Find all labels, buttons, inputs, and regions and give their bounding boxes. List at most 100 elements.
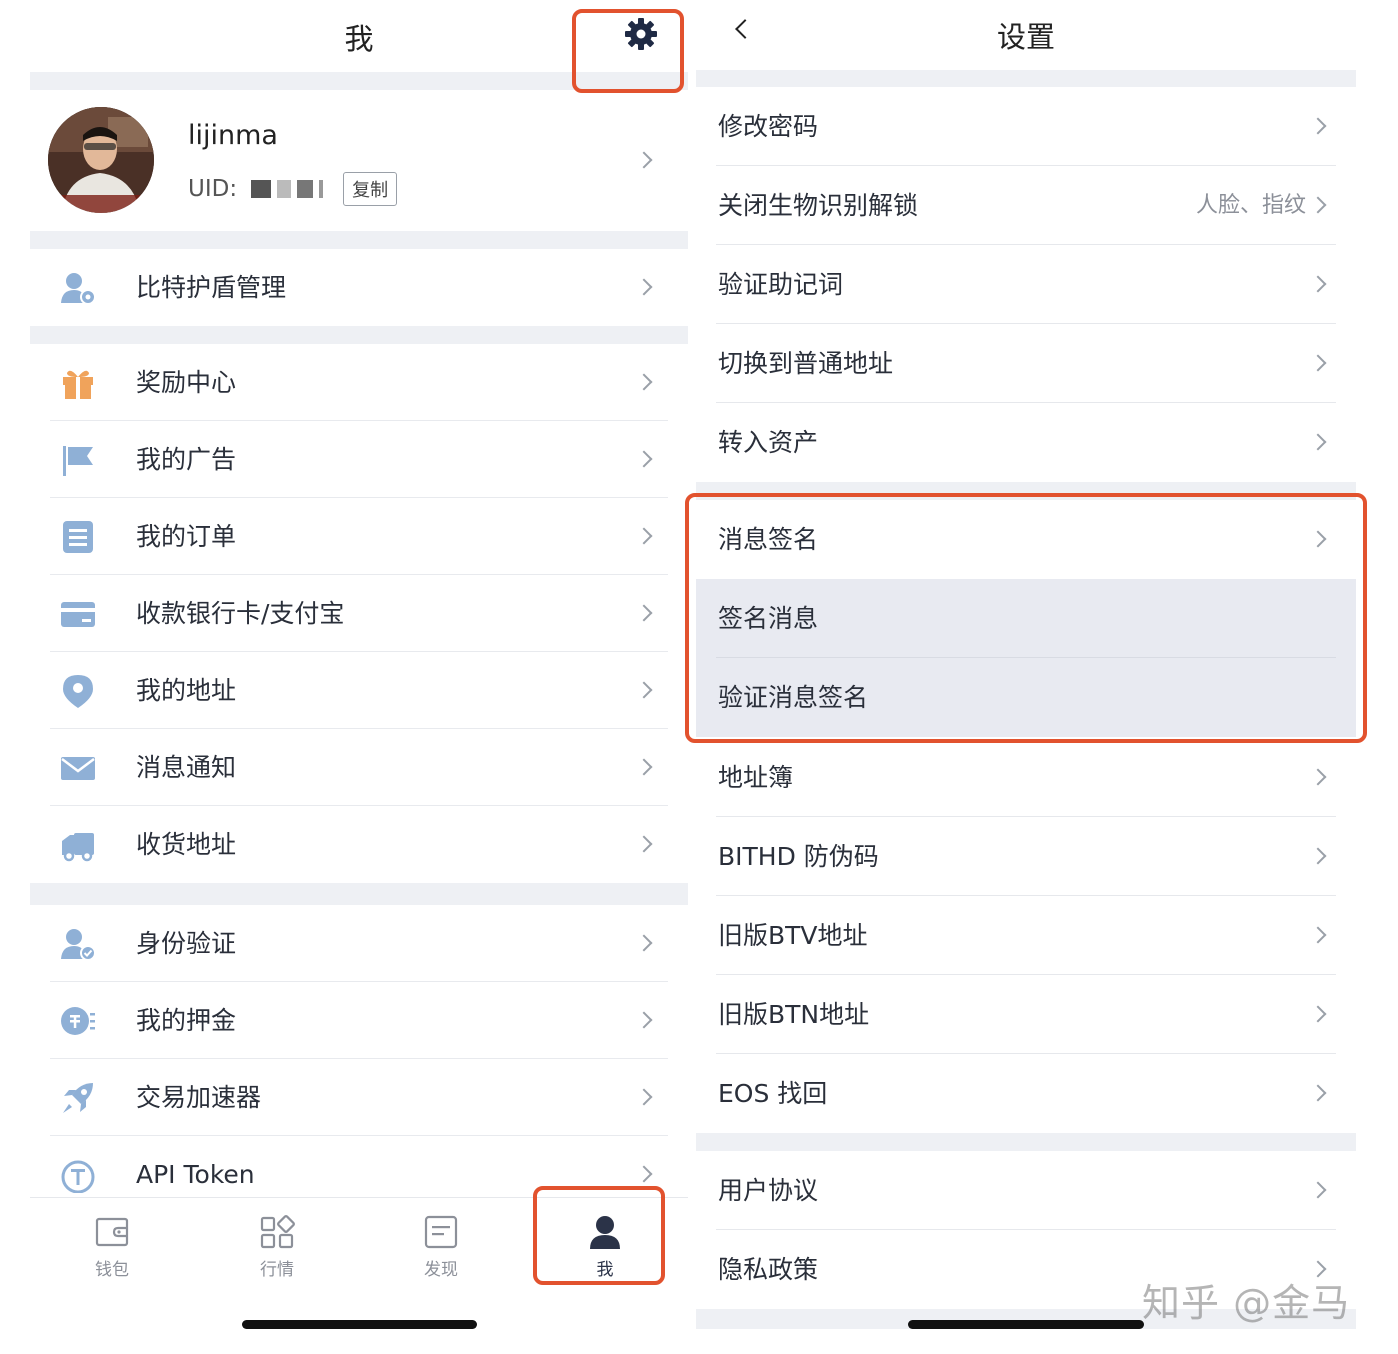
gift-icon bbox=[63, 370, 93, 399]
discover-icon bbox=[424, 1215, 458, 1249]
menu-item-label: 我的订单 bbox=[136, 522, 237, 551]
user-check-icon bbox=[61, 929, 96, 961]
chevron-right-icon bbox=[635, 934, 653, 952]
avatar[interactable] bbox=[48, 107, 154, 213]
highlight-box-me-tab bbox=[533, 1186, 665, 1285]
menu-item-my-address[interactable]: 我的地址 bbox=[30, 652, 688, 729]
chevron-right-icon bbox=[635, 681, 653, 699]
uid-label: UID: bbox=[188, 176, 238, 202]
section-divider bbox=[30, 231, 688, 249]
chevron-right-icon bbox=[635, 450, 653, 468]
order-list-icon bbox=[63, 521, 93, 553]
menu-item-label: 我的押金 bbox=[136, 1006, 237, 1035]
page-title: 设置 bbox=[996, 20, 1055, 54]
settings-item-biometric-unlock[interactable]: 关闭生物识别解锁 人脸、指纹 bbox=[696, 166, 1356, 245]
menu-item-identity-verification[interactable]: 身份验证 bbox=[30, 905, 688, 982]
settings-item-label: 旧版BTV地址 bbox=[718, 921, 868, 950]
menu-item-bithd-shield[interactable]: 比特护盾管理 bbox=[30, 249, 688, 326]
user-gear-icon bbox=[61, 273, 96, 305]
menu-item-my-orders[interactable]: 我的订单 bbox=[30, 498, 688, 575]
settings-item-switch-address[interactable]: 切换到普通地址 bbox=[696, 324, 1356, 403]
menu-item-payment-accounts[interactable]: 收款银行卡/支付宝 bbox=[30, 575, 688, 652]
menu-item-label: 身份验证 bbox=[136, 929, 237, 958]
rocket-icon bbox=[63, 1083, 93, 1113]
chevron-right-icon bbox=[635, 278, 653, 296]
settings-item-anti-counterfeit[interactable]: BITHD 防伪码 bbox=[696, 817, 1356, 896]
menu-item-shipping-address[interactable]: 收货地址 bbox=[30, 806, 688, 883]
settings-item-label: BITHD 防伪码 bbox=[718, 842, 879, 871]
menu-item-rewards[interactable]: 奖励中心 bbox=[30, 344, 688, 421]
menu-item-my-deposit[interactable]: 我的押金 bbox=[30, 982, 688, 1059]
settings-item-legacy-btn-address[interactable]: 旧版BTN地址 bbox=[696, 975, 1356, 1054]
tab-label: 钱包 bbox=[95, 1260, 129, 1280]
chevron-right-icon bbox=[1309, 1084, 1327, 1102]
tab-market[interactable]: 行情 bbox=[217, 1198, 337, 1298]
settings-item-label: 旧版BTN地址 bbox=[718, 1000, 870, 1029]
chevron-right-icon bbox=[1309, 196, 1327, 214]
copy-uid-button[interactable]: 复制 bbox=[343, 172, 398, 206]
settings-item-label: 转入资产 bbox=[718, 428, 819, 457]
me-screen: 我 lijinma UID: 复制 比特护盾管理 奖励中心 我的广告 我的订单 … bbox=[30, 0, 688, 1354]
menu-item-label: 我的地址 bbox=[136, 676, 237, 705]
flag-icon bbox=[63, 446, 93, 476]
chevron-right-icon bbox=[1309, 433, 1327, 451]
settings-item-label: 地址簿 bbox=[718, 763, 794, 792]
tab-discover[interactable]: 发现 bbox=[381, 1198, 501, 1298]
settings-item-change-password[interactable]: 修改密码 bbox=[696, 87, 1356, 166]
home-indicator bbox=[908, 1320, 1144, 1329]
settings-item-value: 人脸、指纹 bbox=[1195, 193, 1306, 218]
settings-item-label: 隐私政策 bbox=[718, 1255, 819, 1284]
settings-item-label: 修改密码 bbox=[718, 112, 819, 141]
settings-item-verify-mnemonic[interactable]: 验证助记词 bbox=[696, 245, 1356, 324]
chevron-right-icon bbox=[635, 604, 653, 622]
wallet-icon bbox=[95, 1217, 129, 1247]
chevron-right-icon bbox=[1309, 117, 1327, 135]
menu-item-label: API Token bbox=[136, 1160, 255, 1189]
menu-item-label: 奖励中心 bbox=[136, 368, 237, 397]
settings-item-legacy-btv-address[interactable]: 旧版BTV地址 bbox=[696, 896, 1356, 975]
chevron-right-icon bbox=[1309, 1005, 1327, 1023]
tab-label: 发现 bbox=[424, 1260, 458, 1280]
chevron-right-icon bbox=[1309, 354, 1327, 372]
bank-card-icon bbox=[61, 602, 95, 627]
settings-item-transfer-in-assets[interactable]: 转入资产 bbox=[696, 403, 1356, 482]
menu-item-label: 交易加速器 bbox=[136, 1083, 262, 1112]
chevron-right-icon bbox=[635, 758, 653, 776]
settings-item-label: EOS 找回 bbox=[718, 1079, 828, 1108]
settings-item-eos-recovery[interactable]: EOS 找回 bbox=[696, 1054, 1356, 1133]
chevron-right-icon bbox=[1309, 275, 1327, 293]
settings-item-label: 关闭生物识别解锁 bbox=[718, 191, 919, 220]
chevron-right-icon bbox=[635, 527, 653, 545]
chevron-right-icon bbox=[635, 373, 653, 391]
chevron-right-icon bbox=[635, 835, 653, 853]
watermark: 知乎 @金马 bbox=[1142, 1281, 1351, 1325]
uid-value-masked bbox=[251, 180, 324, 198]
chevron-right-icon bbox=[1309, 1181, 1327, 1199]
location-pin-icon bbox=[63, 675, 93, 708]
highlight-box-message-signature bbox=[685, 493, 1367, 743]
settings-item-label: 验证助记词 bbox=[718, 270, 844, 299]
menu-item-notifications[interactable]: 消息通知 bbox=[30, 729, 688, 806]
chevron-right-icon bbox=[635, 151, 653, 169]
chevron-right-icon bbox=[1309, 847, 1327, 865]
section-divider bbox=[696, 1133, 1356, 1151]
chevron-right-icon bbox=[635, 1165, 653, 1183]
settings-item-address-book[interactable]: 地址簿 bbox=[696, 738, 1356, 817]
settings-item-user-agreement[interactable]: 用户协议 bbox=[696, 1151, 1356, 1230]
menu-item-label: 比特护盾管理 bbox=[136, 273, 287, 302]
settings-item-label: 用户协议 bbox=[718, 1176, 819, 1205]
settings-item-label: 切换到普通地址 bbox=[718, 349, 894, 378]
menu-item-my-ads[interactable]: 我的广告 bbox=[30, 421, 688, 498]
mail-icon bbox=[61, 757, 95, 780]
menu-item-label: 收款银行卡/支付宝 bbox=[136, 599, 345, 628]
section-divider bbox=[30, 883, 688, 905]
chevron-right-icon bbox=[635, 1088, 653, 1106]
username: lijinma bbox=[188, 120, 278, 151]
tab-wallet[interactable]: 钱包 bbox=[52, 1198, 172, 1298]
highlight-box-settings bbox=[572, 9, 684, 93]
profile-card[interactable]: lijinma UID: 复制 bbox=[30, 90, 688, 231]
deposit-icon bbox=[61, 1007, 95, 1035]
truck-icon bbox=[62, 833, 94, 862]
menu-item-tx-accelerator[interactable]: 交易加速器 bbox=[30, 1059, 688, 1136]
chevron-right-icon bbox=[635, 1011, 653, 1029]
